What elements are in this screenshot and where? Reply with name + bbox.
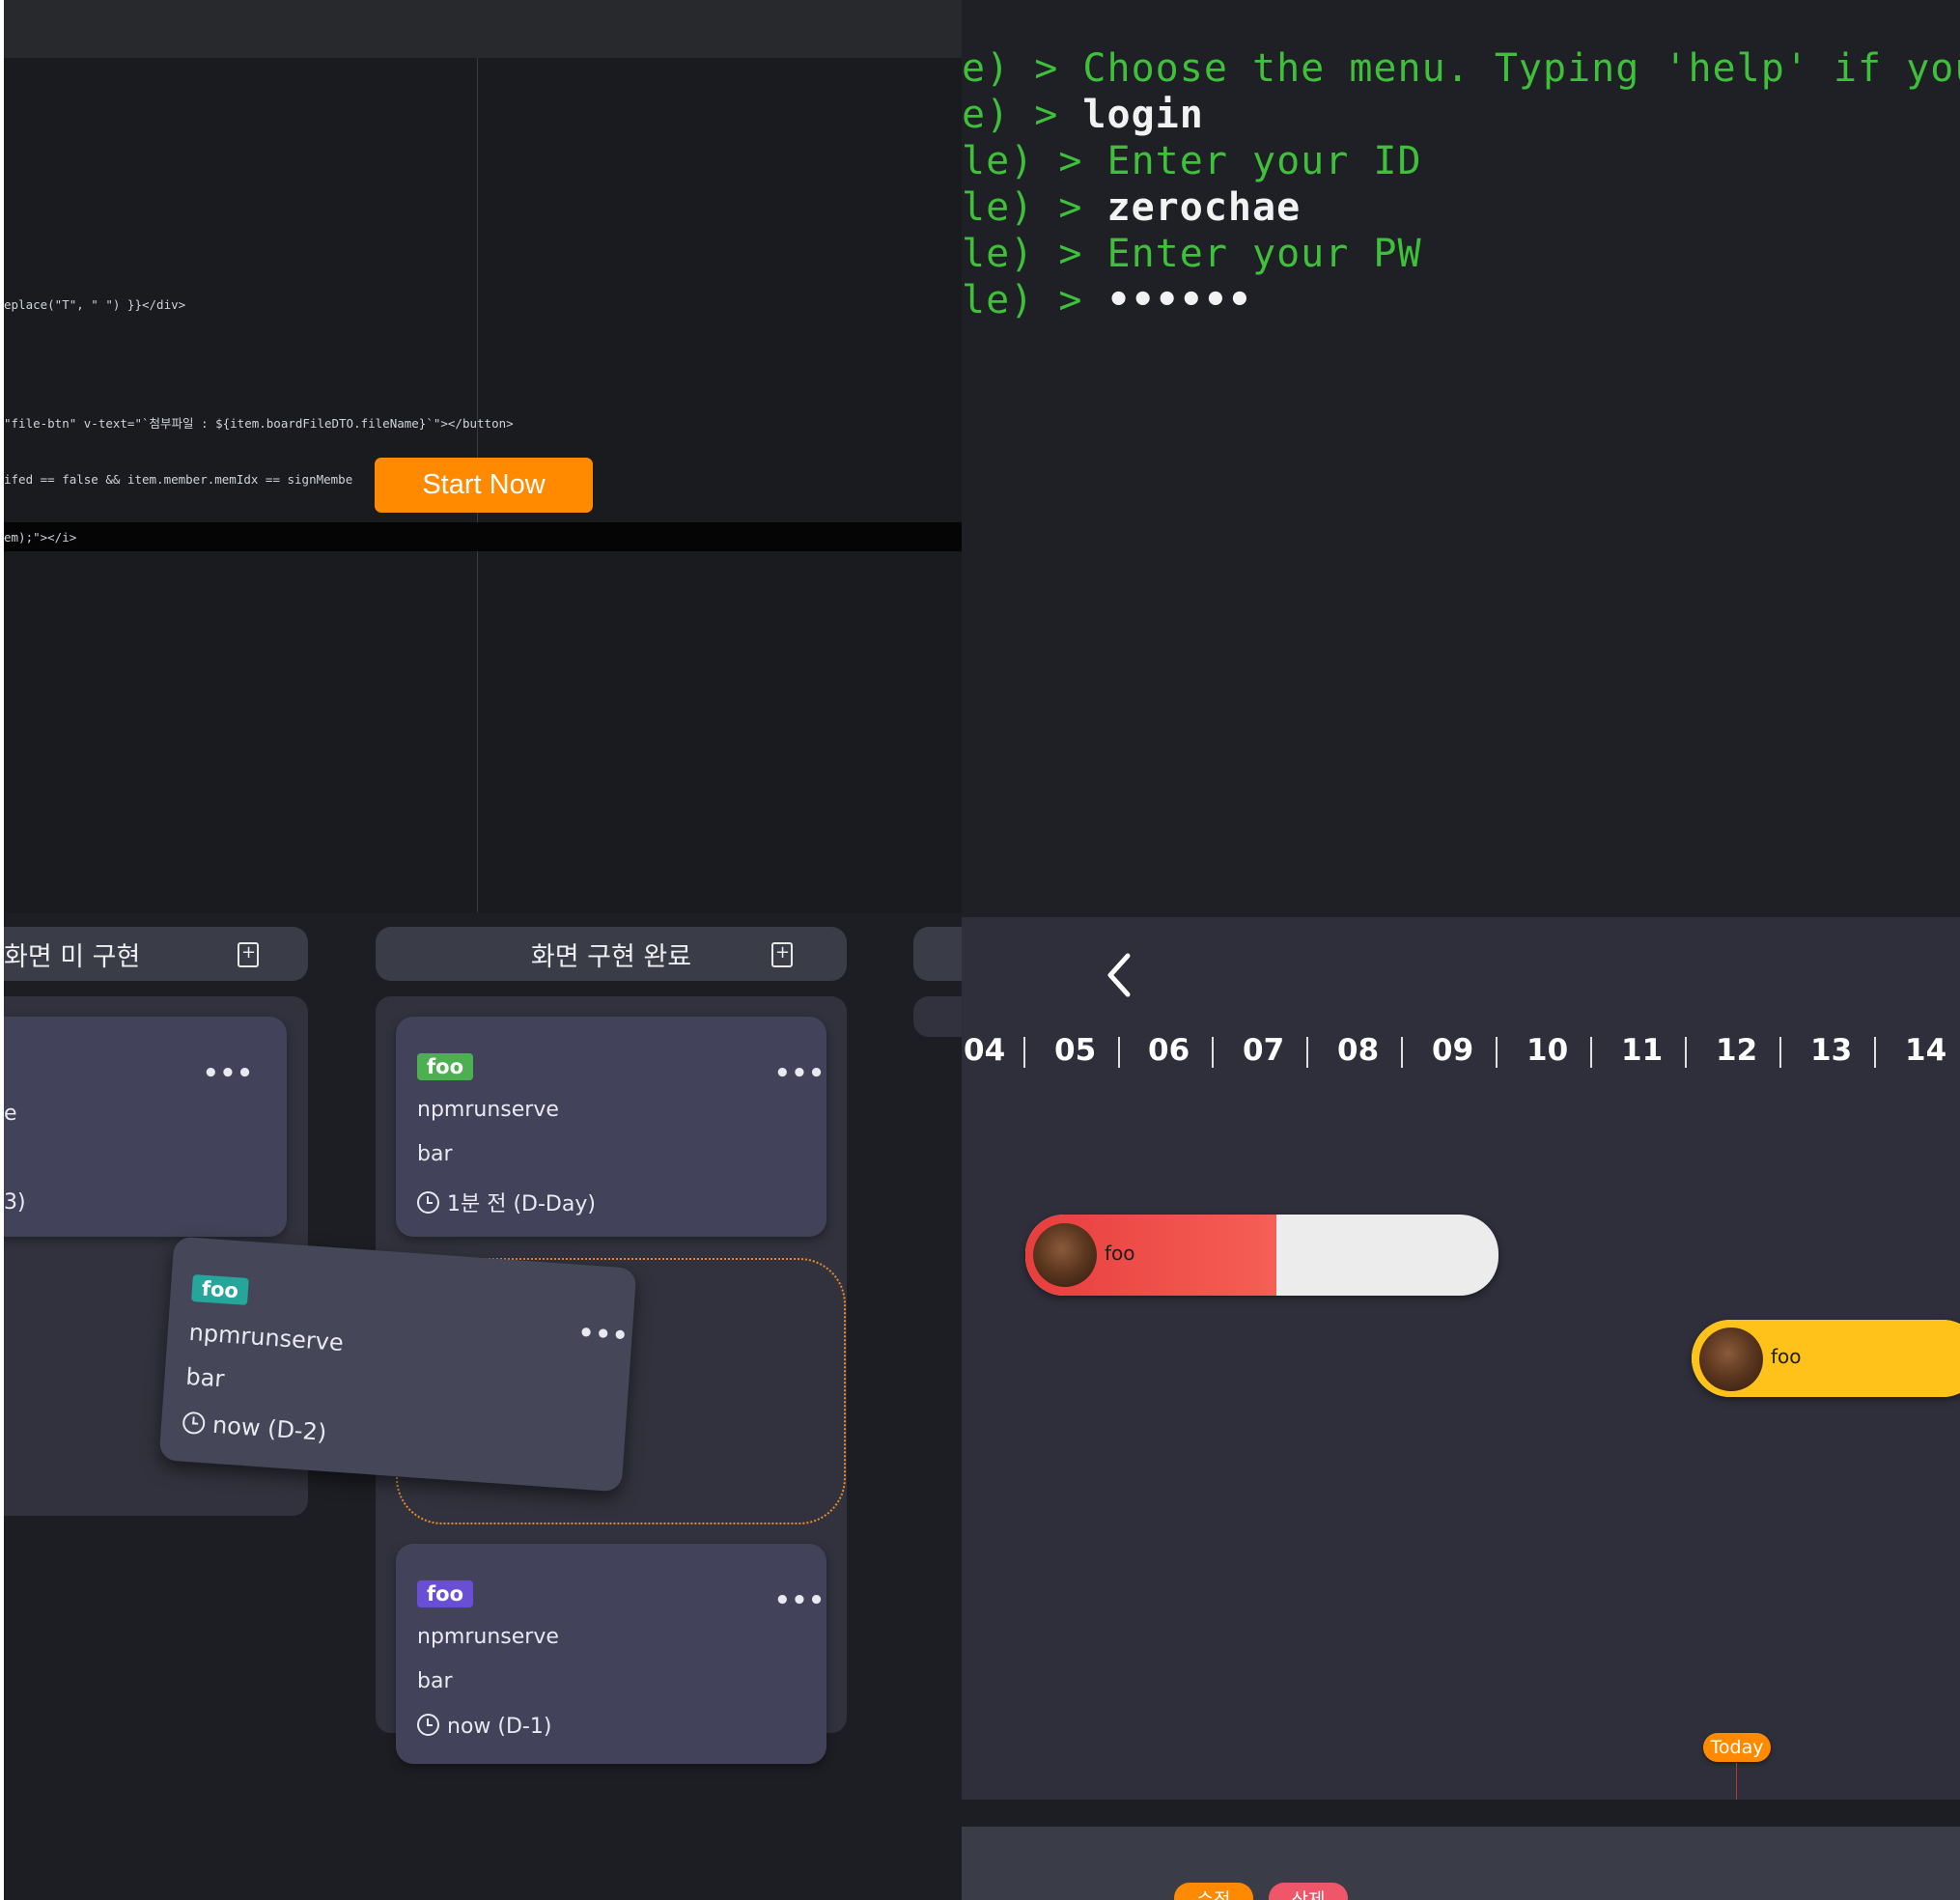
day-label: 10 [1526,1033,1569,1068]
timeline-panel: 04 05 06 07 08 09 10 11 12 13 14 foo foo… [962,917,1960,1900]
card-tag: foo [417,1580,473,1607]
terminal-output: Enter your PW [1106,232,1422,276]
terminal-line[interactable]: le) > •••••• [962,278,1252,322]
editor-top-bar [4,0,962,58]
day-separator [1023,1037,1025,1068]
schedule-bar[interactable]: foo [1692,1320,1960,1397]
day-separator [1874,1037,1876,1068]
add-card-icon[interactable] [238,942,259,967]
code-line: eplace("T", " ") }}</div> [4,297,186,312]
terminal-output: Enter your ID [1106,139,1422,183]
more-icon[interactable]: ••• [577,1319,630,1352]
code-line[interactable]: em);"></i> [4,530,76,545]
card-title: npmrunserve [417,1098,559,1122]
code-line: "file-btn" v-text="`첨부파일 : ${item.boardF… [4,416,514,431]
edit-button[interactable]: 수정 [1174,1883,1253,1900]
card-title: npmrunserve [417,1625,559,1649]
day-label: 09 [1432,1033,1474,1068]
terminal-line: e) > login [962,93,1204,137]
bar-label: foo [1105,1242,1135,1265]
bar-label: foo [1771,1345,1802,1368]
day-separator [1590,1037,1592,1068]
terminal-output: Choose the menu. Typing 'help' if you w [1082,46,1960,91]
column-title: 화면 미 구현 [4,941,141,972]
task-card[interactable]: foo ••• npmrunserve bar 1분 전 (D-Day) [396,1017,826,1237]
card-due: 1분 전 (D-Day) [417,1187,596,1217]
card-description: bar [417,1669,453,1693]
task-card[interactable]: foo ••• npmrunserve bar now (D-1) [396,1544,826,1764]
card-due: now (D-2) [182,1410,327,1446]
day-separator [1212,1037,1214,1068]
day-label: 08 [1337,1033,1380,1068]
more-icon[interactable]: ••• [774,1586,826,1615]
terminal-line: e) > Choose the menu. Typing 'help' if y… [962,46,1960,91]
clock-icon [182,1411,207,1436]
column-header [913,927,962,981]
card-description: bar [184,1362,226,1393]
day-separator [1685,1037,1687,1068]
day-label: 06 [1148,1033,1190,1068]
schedule-bar[interactable]: foo [1025,1215,1498,1296]
terminal-line: le) > zerochae [962,185,1302,230]
day-label: 05 [1054,1033,1097,1068]
card-tag: foo [417,1053,473,1080]
day-label: 04 [964,1033,1006,1068]
day-label: 13 [1810,1033,1853,1068]
day-label: 07 [1243,1033,1285,1068]
avatar [1699,1327,1763,1391]
terminal-input: login [1082,93,1204,137]
code-line: ifed == false && item.member.memIdx == s… [4,472,353,487]
add-card-icon[interactable] [771,942,793,967]
card-due: now (D-1) [417,1714,551,1739]
day-separator [1306,1037,1308,1068]
kanban-board: 화면 미 구현 화면 구현 완료 ••• e 3) foo ••• npmrun… [4,912,962,1900]
delete-button[interactable]: 삭제 [1269,1883,1348,1900]
day-label: 12 [1716,1033,1758,1068]
terminal-input: zerochae [1106,185,1302,230]
terminal-password-input: •••••• [1106,278,1252,322]
day-label: 11 [1621,1033,1664,1068]
terminal-line: le) > Enter your PW [962,232,1422,276]
dragged-task-card[interactable]: foo ••• npmrunserve bar now (D-2) [158,1236,637,1493]
column-header: 화면 구현 완료 [376,927,847,981]
action-bar [962,1827,1960,1900]
chevron-left-icon[interactable] [1105,952,1134,998]
avatar [1033,1223,1097,1287]
clock-icon [417,1714,439,1736]
today-marker: Today [1703,1733,1771,1762]
card-title: e [4,1102,17,1126]
card-due: 3) [4,1190,26,1215]
day-separator [1118,1037,1120,1068]
terminal-panel: e) > Choose the menu. Typing 'help' if y… [962,0,1960,917]
clock-icon [417,1191,439,1214]
column-title: 화면 구현 완료 [530,941,692,972]
day-separator [1401,1037,1403,1068]
column-body [913,996,962,1037]
terminal-line: le) > Enter your ID [962,139,1422,183]
day-label: 14 [1905,1033,1947,1068]
start-now-button[interactable]: Start Now [375,458,593,513]
more-icon[interactable]: ••• [203,1059,254,1088]
panel-divider [962,1800,1960,1827]
column-header: 화면 미 구현 [4,927,308,981]
card-tag: foo [191,1273,249,1305]
more-icon[interactable]: ••• [774,1059,826,1088]
day-separator [1496,1037,1498,1068]
card-title: npmrunserve [187,1318,345,1356]
task-card[interactable]: ••• e 3) [4,1017,287,1237]
code-editor-panel: eplace("T", " ") }}</div> "file-btn" v-t… [4,0,962,912]
card-description: bar [417,1142,453,1166]
day-separator [1779,1037,1781,1068]
editor-current-line [4,522,962,551]
